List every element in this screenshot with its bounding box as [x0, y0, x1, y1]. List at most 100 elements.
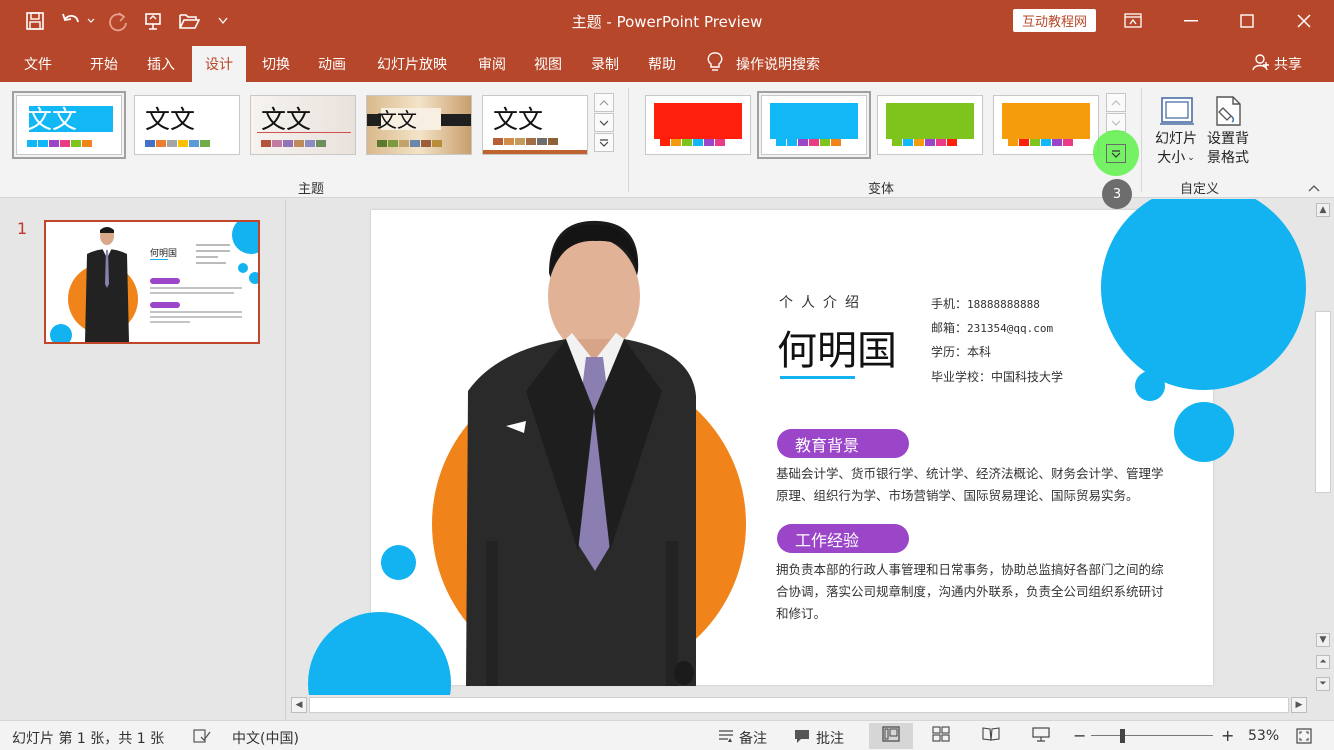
language-indicator[interactable]: 中文(中国) [232, 728, 299, 748]
tab-insert[interactable]: 插入 [135, 46, 187, 82]
slideshow-button[interactable] [1019, 723, 1063, 749]
slide-size-button[interactable]: 幻灯片 大小 ⌄ [1151, 92, 1201, 168]
presentation-icon[interactable] [140, 8, 166, 34]
horizontal-scrollbar[interactable]: ◀ ▶ [289, 695, 1309, 715]
slide-thumbnail[interactable]: 何明国 [44, 220, 260, 344]
tab-help[interactable]: 帮助 [636, 46, 688, 82]
close-icon[interactable] [1276, 0, 1332, 42]
variants-group-label: 变体 [868, 182, 895, 197]
slide-size-icon [1151, 92, 1201, 130]
horizontal-scroll-thumb[interactable] [309, 697, 1289, 713]
thumb-text-line [150, 292, 234, 294]
customize-toolbar-icon[interactable] [214, 8, 232, 34]
scroll-up-icon[interactable] [1106, 93, 1126, 112]
tab-slideshow[interactable]: 幻灯片放映 [366, 46, 458, 82]
thumb-pill [150, 302, 180, 308]
thumb-info-line [196, 262, 226, 264]
thumb-blue-circle [232, 222, 258, 254]
ribbon-display-options-icon[interactable] [1105, 0, 1161, 42]
more-themes-icon[interactable] [594, 133, 614, 152]
theme-band [483, 150, 587, 154]
scroll-right-icon[interactable]: ▶ [1291, 697, 1307, 713]
save-icon[interactable] [22, 8, 48, 34]
variants-gallery-scroll[interactable] [1106, 93, 1126, 132]
variant-thumb-blue[interactable] [757, 91, 871, 159]
tab-record[interactable]: 录制 [579, 46, 631, 82]
vertical-scroll-thumb[interactable] [1315, 311, 1331, 493]
zoom-in-icon[interactable]: + [1221, 726, 1234, 745]
slide-sorter-button[interactable] [919, 723, 963, 749]
scroll-up-icon[interactable]: ▲ [1316, 203, 1330, 217]
theme-thumb-2[interactable]: 文文 [134, 95, 240, 155]
tab-design[interactable]: 设计 [192, 46, 246, 82]
scroll-down-icon[interactable]: ▼ [1316, 633, 1330, 647]
previous-slide-icon[interactable]: ⏶ [1316, 655, 1330, 669]
comments-label: 批注 [816, 731, 844, 747]
thumb-blue-circle [50, 324, 72, 342]
brand-badge[interactable]: 互动教程网 [1013, 9, 1096, 32]
maximize-icon[interactable] [1219, 0, 1275, 42]
tell-me-search[interactable]: 操作说明搜索 [706, 46, 820, 82]
info-education-value: 本科 [967, 345, 992, 359]
thumb-text-line [150, 287, 242, 289]
thumb-blue-dot [238, 263, 248, 273]
tab-transitions[interactable]: 切换 [250, 46, 302, 82]
vertical-scrollbar[interactable]: ▲ ▼ ⏶ ⏷ [1312, 199, 1334, 720]
work-line: 和修订。 [776, 606, 827, 621]
slide-sorter-icon [932, 726, 950, 746]
theme-thumb-text: 文文 [145, 105, 196, 134]
minimize-icon[interactable] [1163, 0, 1219, 42]
spelling-check-icon[interactable] [192, 728, 212, 744]
theme-thumb-text: 文文 [377, 108, 417, 132]
theme-thumb-text: 文文 [493, 105, 544, 134]
scroll-up-icon[interactable] [594, 93, 614, 112]
zoom-slider-thumb[interactable] [1120, 729, 1125, 743]
work-line: 合协调，落实公司规章制度，沟通内外联系，负责全公司组织系统研讨 [776, 584, 1164, 599]
zoom-out-icon[interactable]: − [1073, 726, 1086, 745]
lightbulb-icon [706, 51, 724, 77]
comments-button[interactable]: 批注 [793, 728, 844, 748]
more-variants-icon[interactable] [1106, 144, 1126, 163]
slide-size-label-line2: 大小 [1157, 150, 1186, 166]
collapse-ribbon-icon[interactable] [1306, 182, 1322, 194]
variant-thumb-green[interactable] [877, 95, 983, 155]
slide-canvas[interactable]: 个人介绍 何明国 手机：18888888888 邮箱：231354@qq.com… [371, 199, 1306, 686]
zoom-slider-track[interactable] [1091, 735, 1213, 736]
variant-thumb-orange[interactable] [993, 95, 1099, 155]
tab-view[interactable]: 视图 [522, 46, 574, 82]
theme-thumb-4[interactable]: 文文 [366, 95, 472, 155]
thumb-person [82, 224, 132, 342]
tab-home[interactable]: 开始 [78, 46, 130, 82]
tab-review[interactable]: 审阅 [466, 46, 518, 82]
powerpoint-window: 主题 - PowerPoint Preview 互动教程网 文件 开始 插入 设… [0, 0, 1334, 750]
comment-icon [793, 728, 811, 748]
info-school-label: 毕业学校： [931, 370, 992, 384]
info-school: 毕业学校：中国科技大学 [931, 368, 1063, 385]
undo-dropdown-icon[interactable] [84, 8, 98, 34]
share-button[interactable]: 共享 [1252, 46, 1302, 82]
theme-thumb-1[interactable]: 文文 [12, 91, 126, 159]
info-email-value: 231354@qq.com [967, 322, 1054, 335]
reading-view-button[interactable] [969, 723, 1013, 749]
fit-to-window-icon[interactable] [1296, 728, 1312, 744]
theme-thumb-5[interactable]: 文文 [482, 95, 588, 155]
next-slide-icon[interactable]: ⏷ [1316, 677, 1330, 691]
open-folder-icon[interactable] [176, 8, 202, 34]
tab-animations[interactable]: 动画 [306, 46, 358, 82]
work-heading: 工作经验 [777, 524, 909, 553]
theme-thumb-3[interactable]: 文文 [250, 95, 356, 155]
normal-view-button[interactable] [869, 723, 913, 749]
slide-info: 幻灯片 第 1 张，共 1 张 [12, 731, 165, 747]
zoom-level[interactable]: 53% [1248, 728, 1279, 744]
slide-editor: 个人介绍 何明国 手机：18888888888 邮箱：231354@qq.com… [287, 199, 1312, 695]
themes-gallery-scroll[interactable] [594, 93, 614, 152]
undo-icon[interactable] [58, 8, 84, 34]
variant-thumb-red[interactable] [645, 95, 751, 155]
scroll-left-icon[interactable]: ◀ [291, 697, 307, 713]
redo-icon[interactable] [105, 8, 131, 34]
notes-button[interactable]: 备注 [718, 728, 767, 748]
thumb-name: 何明国 [150, 249, 178, 259]
tab-file[interactable]: 文件 [12, 46, 64, 82]
scroll-down-icon[interactable] [594, 113, 614, 132]
format-background-button[interactable]: 设置背 景格式 [1203, 92, 1253, 168]
